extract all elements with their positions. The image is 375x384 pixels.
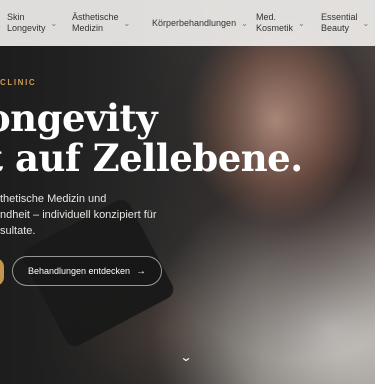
hero-subtext-line-3: sultate.: [0, 225, 36, 237]
nav-item-label: Ästhetische Medizin: [72, 12, 119, 33]
hero-headline: ongevity t auf Zellebene.: [0, 98, 303, 178]
nav-item-label: Skin Longevity: [7, 12, 46, 33]
main-navigation: Skin Longevity ⌄ Ästhetische Medizin ⌄ K…: [0, 0, 375, 46]
hero-eyebrow: CLINIC: [0, 78, 37, 87]
chevron-down-icon: ⌄: [362, 18, 370, 28]
nav-item-skin-longevity[interactable]: Skin Longevity ⌄: [7, 12, 57, 34]
nav-item-label: Essential Beauty: [321, 12, 358, 33]
nav-item-label: Körperbehandlungen: [152, 17, 237, 28]
arrow-right-icon: →: [136, 265, 147, 277]
treatments-cta-button[interactable]: Behandlungen entdecken →: [12, 256, 162, 286]
nav-item-med-kosmetik[interactable]: Med. Kosmetik ⌄: [256, 12, 305, 34]
nav-item-koerperbehandlungen[interactable]: Körperbehandlungen ⌄: [152, 18, 248, 29]
hero-subtext-line-2: ndheit – individuell konzipiert für: [0, 209, 157, 221]
chevron-down-icon: ⌄: [50, 18, 58, 28]
nav-item-label: Med. Kosmetik: [256, 12, 294, 33]
hero-headline-line-2: t auf Zellebene.: [0, 136, 303, 180]
nav-item-essential-beauty[interactable]: Essential Beauty ⌄: [321, 12, 369, 34]
hero-subtext: thetische Medizin und ndheit – individue…: [0, 191, 190, 239]
hero-subtext-line-1: thetische Medizin und: [0, 193, 107, 205]
chevron-down-icon: ⌄: [123, 18, 131, 28]
scroll-down-icon[interactable]: ⌄: [179, 350, 192, 364]
hero-headline-line-1: ongevity: [0, 96, 158, 140]
cta-label: Behandlungen entdecken: [27, 266, 131, 276]
nav-item-aesthetische-medizin[interactable]: Ästhetische Medizin ⌄: [72, 12, 130, 34]
chevron-down-icon: ⌄: [298, 18, 305, 28]
chevron-down-icon: ⌄: [241, 18, 248, 28]
